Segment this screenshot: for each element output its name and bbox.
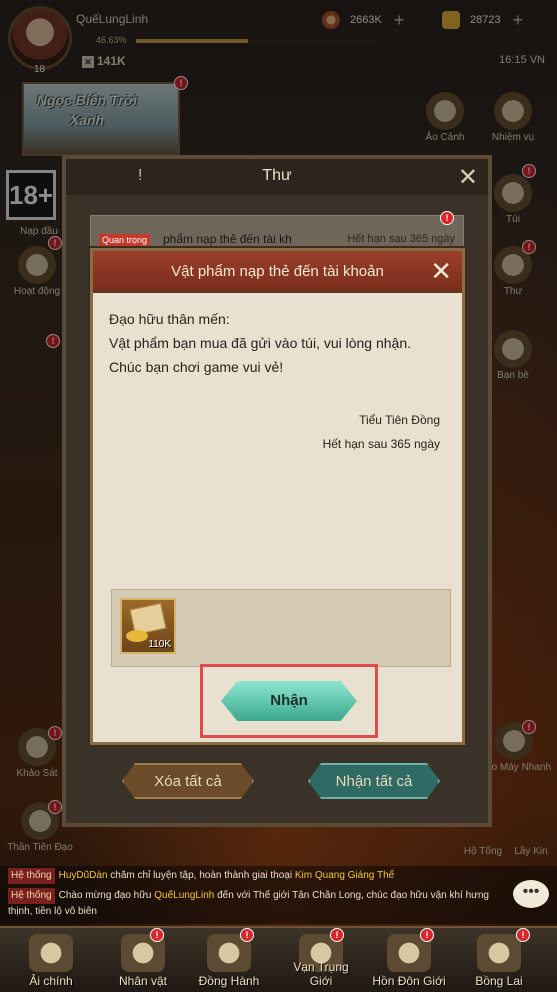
mail-title: Thư	[262, 167, 292, 184]
nav-label: Nhân vật	[118, 974, 168, 988]
accept-button[interactable]: Nhận	[221, 681, 357, 721]
dialog-header: Vật phẩm nạp thẻ đến tài khoản ✕	[93, 251, 462, 293]
ingot-icon	[126, 630, 148, 642]
attachment-box: 110K	[111, 589, 451, 667]
nav-hon-don-gioi[interactable]: Hồn Đôn Giới	[370, 928, 448, 992]
nav-dong-hanh[interactable]: Đồng Hành	[190, 928, 268, 992]
mail-item-title: phẩm nạp thẻ đến tài kh	[163, 232, 292, 246]
chat-text: chăm chỉ luyện tập, hoàn thành giai thoạ…	[107, 870, 295, 881]
receive-all-button[interactable]: Nhận tất cả	[308, 763, 440, 799]
system-tag: Hệ thống	[8, 868, 55, 884]
system-chat: Hệ thống HuyDũDàn chăm chỉ luyện tập, hoà…	[0, 866, 557, 924]
nav-label: Vạn Trụng Giới	[293, 960, 349, 988]
chat-highlight: Kim Quang Giáng Thế	[294, 870, 395, 881]
greeting: Đạo hữu thân mến:	[109, 311, 230, 327]
notification-dot: !	[330, 928, 344, 942]
bottom-nav: Ải chính Nhân vật Đồng Hành Vạn Trụng Gi…	[0, 926, 557, 992]
notification-dot: !	[240, 928, 254, 942]
close-icon[interactable]: ✕	[458, 163, 478, 192]
sender-name: Tiểu Tiên Đồng	[359, 413, 440, 427]
system-tag: Hệ thống	[8, 888, 55, 904]
mountain-icon	[477, 934, 521, 972]
chat-text: Chào mừng đạo hữu	[58, 890, 155, 901]
message-line-1: Vật phẩm bạn mua đã gửi vào túi, vui lòn…	[109, 335, 412, 351]
nav-nhan-vat[interactable]: Nhân vật	[104, 928, 182, 992]
close-icon[interactable]: ✕	[430, 256, 452, 286]
mail-item-expiry: Hết hạn sau 365 ngày	[347, 233, 455, 245]
reward-dialog: Vật phẩm nạp thẻ đến tài khoản ✕ Đạo hữu…	[90, 248, 465, 745]
delete-all-button[interactable]: Xóa tất cả	[122, 763, 254, 799]
chat-message: Hệ thống HuyDũDàn chăm chỉ luyện tập, hoà…	[8, 868, 496, 884]
notification-dot: !	[440, 211, 454, 225]
important-tag: Quan trọng	[99, 234, 151, 246]
nav-ai-chinh[interactable]: Ải chính	[12, 928, 90, 992]
chat-user[interactable]: QuếLungLinh	[154, 890, 214, 901]
reward-item[interactable]: 110K	[120, 598, 176, 654]
dialog-expiry: Hết hạn sau 365 ngày	[322, 437, 440, 451]
dialog-message: Đạo hữu thân mến: Vật phẩm bạn mua đã gử…	[109, 307, 449, 379]
crossed-swords-icon	[29, 934, 73, 972]
dialog-title: Vật phẩm nạp thẻ đến tài khoản	[171, 263, 384, 280]
chat-user[interactable]: HuyDũDàn	[59, 870, 108, 881]
nav-label: Bồng Lai	[475, 974, 523, 988]
chat-bubble-icon[interactable]: •••	[513, 880, 549, 908]
mail-header: ! Thư ✕	[66, 159, 488, 195]
reward-quantity: 110K	[148, 639, 171, 650]
notification-dot: !	[150, 928, 164, 942]
highlight-box: Nhận	[200, 664, 378, 738]
nav-label: Ải chính	[29, 974, 73, 988]
nav-label: Hồn Đôn Giới	[372, 974, 446, 988]
notification-dot: !	[516, 928, 530, 942]
chat-message: Hệ thống Chào mừng đạo hữu QuếLungLinh đế…	[8, 888, 496, 920]
message-line-2: Chúc bạn chơi game vui vẻ!	[109, 359, 284, 375]
nav-label: Đồng Hành	[198, 974, 260, 988]
nav-van-trung-gioi[interactable]: Vạn Trụng Giới	[282, 928, 360, 992]
notification-dot: !	[420, 928, 434, 942]
